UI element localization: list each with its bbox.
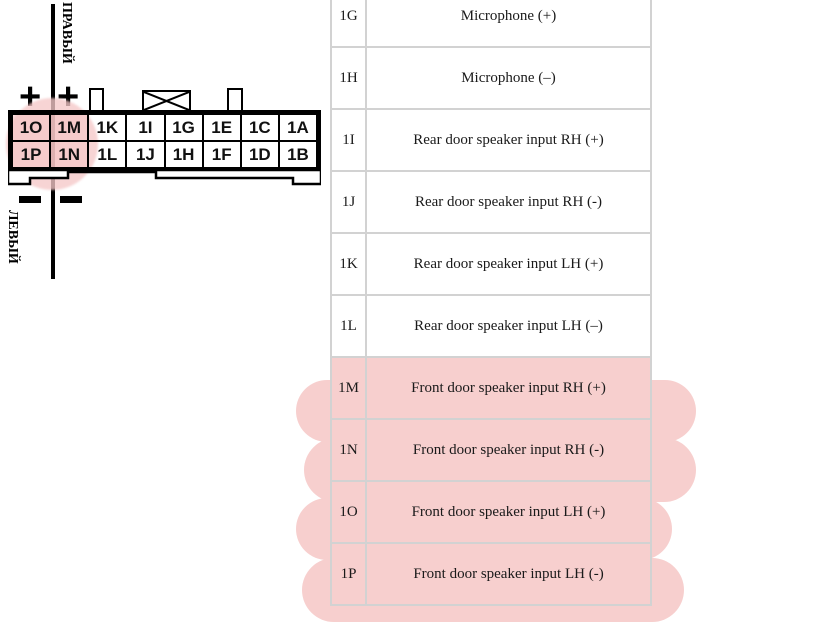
pin-cell-1j: 1J bbox=[125, 140, 166, 169]
minus-sign-right bbox=[60, 196, 82, 203]
pin-cell-1p: 1P bbox=[11, 140, 52, 169]
pin-id-cell: 1I bbox=[330, 108, 367, 172]
pin-description-cell: Front door speaker input RH (-) bbox=[365, 418, 652, 482]
pin-cell-1d: 1D bbox=[239, 140, 280, 169]
pin-id-cell: 1N bbox=[330, 418, 367, 482]
pin-id-cell: 1J bbox=[330, 170, 367, 234]
pin-id-cell: 1O bbox=[330, 480, 367, 544]
connector-diagram: ПРАВЫЙ ЛЕВЫЙ + + 1O 1M 1K 1I 1G 1E 1C 1A… bbox=[0, 0, 330, 300]
pin-description-cell: Rear door speaker input RH (-) bbox=[365, 170, 652, 234]
pin-cell-1h: 1H bbox=[163, 140, 204, 169]
pin-cell-1a: 1A bbox=[277, 113, 318, 142]
pin-description-cell: Rear door speaker input LH (+) bbox=[365, 232, 652, 296]
pin-description-cell: Rear door speaker input LH (–) bbox=[365, 294, 652, 358]
label-left-channel: ЛЕВЫЙ bbox=[5, 210, 20, 264]
table-row: 1H Microphone (–) bbox=[330, 46, 652, 110]
pin-cell-1l: 1L bbox=[87, 140, 128, 169]
pin-description-cell: Rear door speaker input RH (+) bbox=[365, 108, 652, 172]
pin-id-cell: 1K bbox=[330, 232, 367, 296]
pin-cell-1c: 1C bbox=[239, 113, 280, 142]
table-row: 1O Front door speaker input LH (+) bbox=[330, 480, 652, 544]
pin-description-cell: Microphone (+) bbox=[365, 0, 652, 48]
pin-description-table-body: 1G Microphone (+) 1H Microphone (–) 1I Rear d… bbox=[330, 0, 652, 606]
pin-cell-1o: 1O bbox=[11, 113, 52, 142]
table-row: 1M Front door speaker input RH (+) bbox=[330, 356, 652, 420]
table-row: 1I Rear door speaker input RH (+) bbox=[330, 108, 652, 172]
pin-description-table: 1G Microphone (+) 1H Microphone (–) 1I Rear d… bbox=[330, 0, 652, 606]
pin-id-cell: 1H bbox=[330, 46, 367, 110]
pin-cell-1f: 1F bbox=[201, 140, 242, 169]
pin-id-cell: 1G bbox=[330, 0, 367, 48]
pin-description-cell: Front door speaker input LH (+) bbox=[365, 480, 652, 544]
connector-tab-center-x bbox=[142, 90, 191, 112]
connector-tab-right bbox=[227, 88, 243, 112]
connector-pin-grid: 1O 1M 1K 1I 1G 1E 1C 1A 1P 1N 1L 1J 1H 1… bbox=[11, 113, 318, 169]
connector-tab-left bbox=[89, 88, 104, 112]
table-row: 1P Front door speaker input LH (-) bbox=[330, 542, 652, 606]
pin-description-cell: Microphone (–) bbox=[365, 46, 652, 110]
pin-cell-1k: 1K bbox=[87, 113, 128, 142]
table-row: 1L Rear door speaker input LH (–) bbox=[330, 294, 652, 358]
label-right-channel: ПРАВЫЙ bbox=[59, 2, 74, 64]
x-cross-icon bbox=[144, 92, 189, 110]
pin-cell-1m: 1M bbox=[49, 113, 90, 142]
pin-cell-1e: 1E bbox=[201, 113, 242, 142]
pin-id-cell: 1L bbox=[330, 294, 367, 358]
pin-id-cell: 1M bbox=[330, 356, 367, 420]
table-row: 1N Front door speaker input RH (-) bbox=[330, 418, 652, 482]
connector-bottom-skirt bbox=[8, 170, 321, 186]
pin-description-cell: Front door speaker input RH (+) bbox=[365, 356, 652, 420]
table-row: 1K Rear door speaker input LH (+) bbox=[330, 232, 652, 296]
pin-cell-1i: 1I bbox=[125, 113, 166, 142]
table-row: 1G Microphone (+) bbox=[330, 0, 652, 48]
minus-sign-left bbox=[19, 196, 41, 203]
pin-description-cell: Front door speaker input LH (-) bbox=[365, 542, 652, 606]
pin-cell-1g: 1G bbox=[163, 113, 204, 142]
pin-id-cell: 1P bbox=[330, 542, 367, 606]
pin-cell-1b: 1B bbox=[277, 140, 318, 169]
pin-cell-1n: 1N bbox=[49, 140, 90, 169]
table-row: 1J Rear door speaker input RH (-) bbox=[330, 170, 652, 234]
